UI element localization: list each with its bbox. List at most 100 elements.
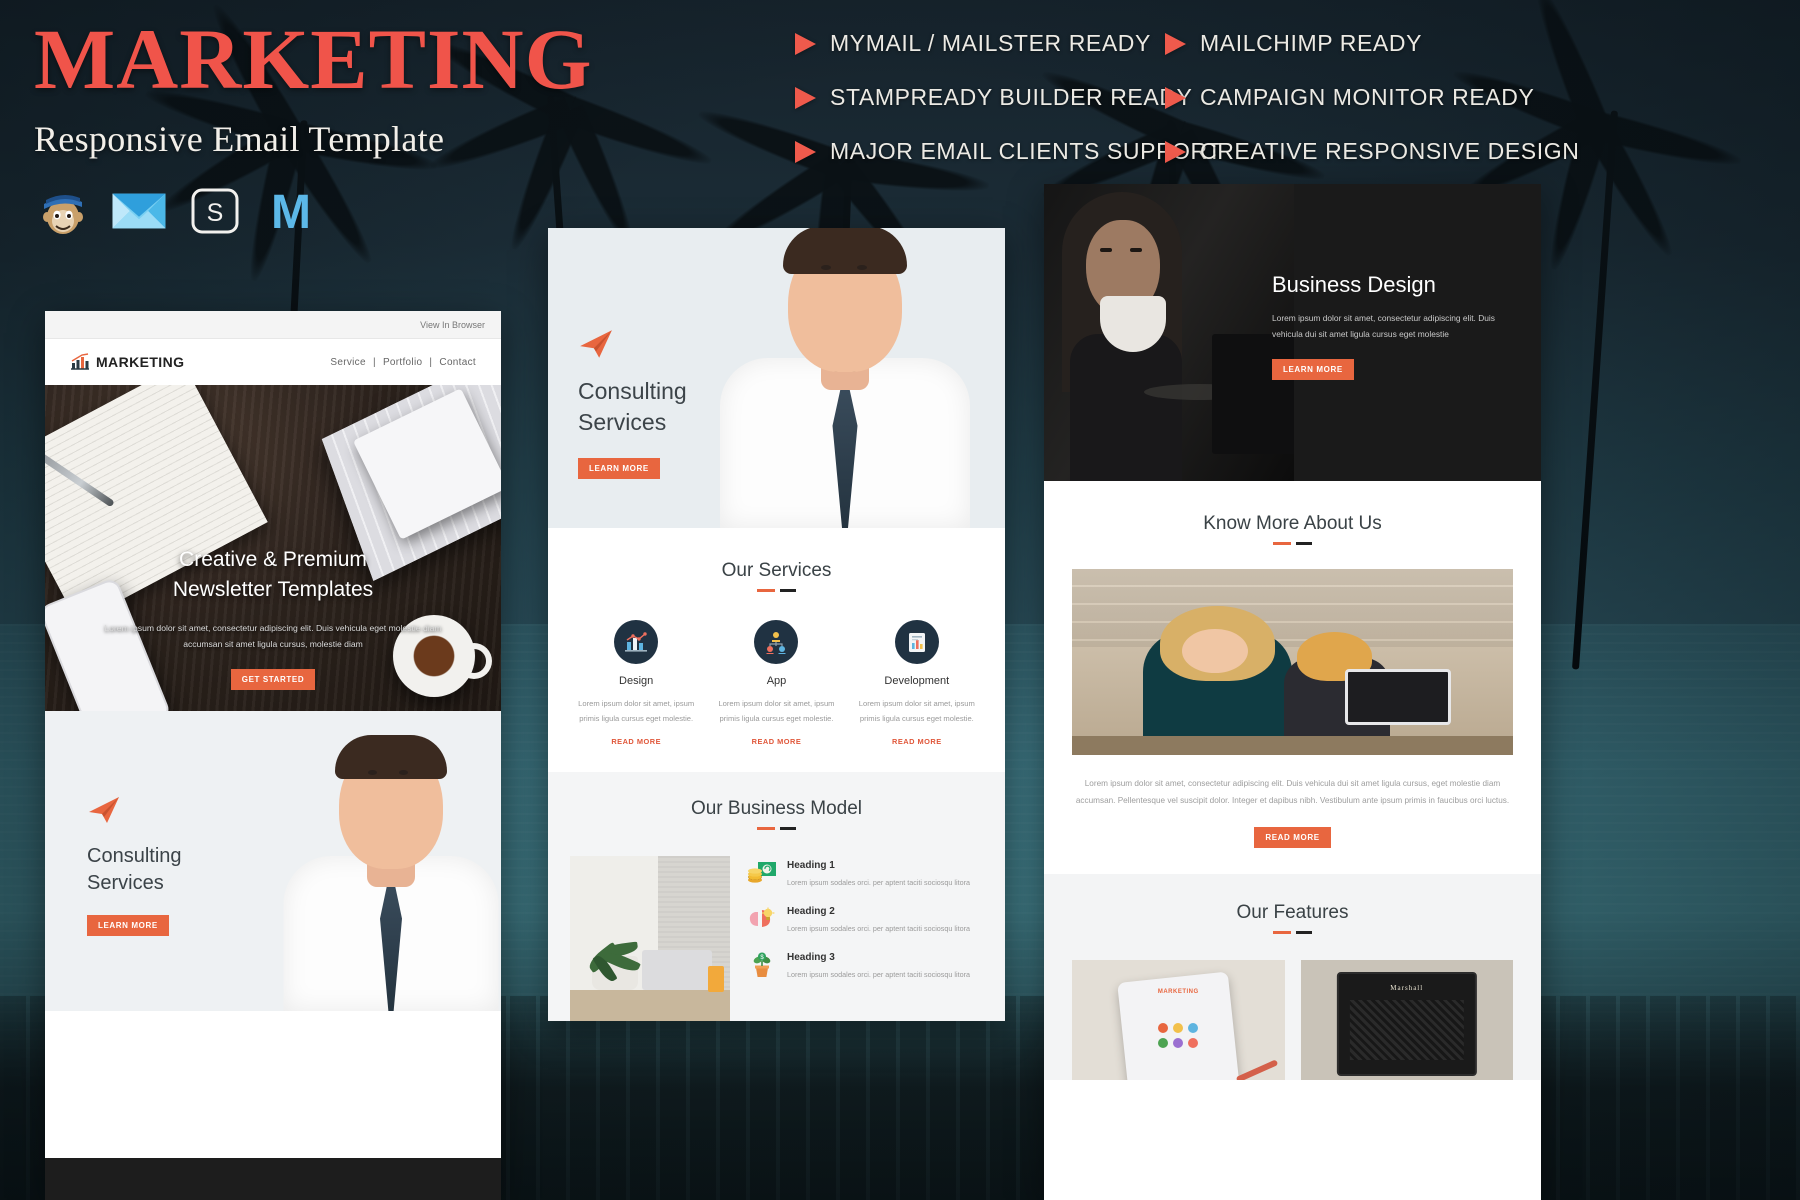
nav-link-portfolio[interactable]: Portfolio [383, 357, 422, 368]
service-read-more-link[interactable]: READ MORE [570, 737, 702, 746]
hero-heading: Creative & Premium Newsletter Templates [87, 545, 459, 606]
bar-chart-icon [614, 620, 659, 664]
hero-button-wrap: LEARN MORE [578, 458, 687, 480]
business-model-item: $ Heading 3 Lorem ipsum sodales orci. pe… [746, 952, 983, 982]
eye [821, 265, 831, 270]
feature-card-mobile[interactable]: MARKETING [1072, 960, 1285, 1081]
service-name: App [766, 675, 787, 687]
document-chart-icon [894, 620, 939, 664]
email-preview-left[interactable]: View In Browser MARKETING Service | Port… [45, 311, 501, 1200]
nav-link-service[interactable]: Service [330, 357, 365, 368]
money-plant-icon: $ [746, 952, 778, 982]
consulting-section: Consulting Services LEARN MORE [45, 711, 501, 1011]
feature-label: STAMPREADY BUILDER READY [830, 84, 1193, 110]
hero-copy: Consulting Services LEARN MORE [578, 376, 687, 480]
email-preview-middle[interactable]: Consulting Services LEARN MORE Our Servi… [548, 228, 1005, 1021]
business-model-description: Lorem ipsum sodales orci. per aptent tac… [787, 970, 970, 980]
business-model-heading: Heading 3 [787, 952, 835, 964]
hero-heading-line-2: Newsletter Templates [172, 578, 374, 602]
eye [399, 770, 408, 775]
hero-button-wrap: GET STARTED [87, 668, 459, 690]
arrow-bullet-icon [1165, 32, 1186, 55]
business-model-item: Heading 1 Lorem ipsum sodales orci. per … [746, 860, 983, 890]
brand: MARKETING [70, 353, 184, 371]
table [1072, 736, 1513, 755]
hero-heading-line-1: Consulting [578, 378, 687, 404]
read-more-button[interactable]: READ MORE [1254, 827, 1331, 849]
know-more-title: Know More About Us [1203, 513, 1382, 534]
nav-link-contact[interactable]: Contact [439, 357, 476, 368]
consulting-heading-line-2: Services [87, 872, 164, 894]
learn-more-button[interactable]: LEARN MORE [87, 915, 169, 936]
tablet-device [1345, 669, 1452, 726]
get-started-button[interactable]: GET STARTED [230, 668, 316, 690]
service-read-more-link[interactable]: READ MORE [851, 737, 983, 746]
service-card[interactable]: Design Lorem ipsum dolor sit amet, ipsum… [570, 620, 702, 746]
service-card[interactable]: App Lorem ipsum dolor sit amet, ipsum pr… [710, 620, 842, 746]
desk [570, 989, 730, 1021]
paper-plane-icon [87, 795, 121, 830]
title-divider [1072, 931, 1513, 935]
service-read-more-link[interactable]: READ MORE [710, 737, 842, 746]
plant-scene-illustration [570, 856, 730, 1021]
hair [783, 228, 907, 274]
hero-section: Consulting Services LEARN MORE [548, 228, 1005, 528]
office-scene-illustration [1072, 569, 1513, 755]
features-title: Our Features [1236, 902, 1349, 924]
feature-label: MYMAIL / MAILSTER READY [830, 30, 1151, 56]
learn-more-button[interactable]: LEARN MORE [578, 458, 660, 480]
email-preview-right[interactable]: Business Design Lorem ipsum dolor sit am… [1044, 184, 1541, 1200]
consulting-button-wrap: LEARN MORE [87, 915, 182, 936]
title-divider [1072, 542, 1513, 545]
hero-heading: Consulting Services [578, 376, 687, 438]
nav-separator: | [372, 356, 376, 368]
feature-item: STAMPREADY BUILDER READY [795, 84, 1192, 111]
page-title: MARKETING [34, 11, 593, 107]
service-card[interactable]: Development Lorem ipsum dolor sit amet, … [851, 620, 983, 746]
app-icons [1158, 1022, 1199, 1048]
amplifier-mockup: Marshall [1336, 972, 1477, 1076]
feature-item: MAILCHIMP READY [1165, 30, 1780, 57]
eye [1130, 248, 1142, 252]
service-name: Development [884, 675, 950, 687]
feature-label: MAILCHIMP READY [1200, 30, 1423, 56]
business-model-description: Lorem ipsum sodales orci. per aptent tac… [787, 878, 970, 888]
person-illustration [705, 228, 985, 528]
brain-idea-icon [746, 906, 778, 936]
feature-item: CAMPAIGN MONITOR READY [1165, 84, 1780, 111]
hero-copy: Business Design Lorem ipsum dolor sit am… [1272, 272, 1521, 380]
services-section: Our Services Design Lorem ipsum dolor si… [548, 528, 1005, 773]
email-nav-links: Service | Portfolio | Contact [330, 357, 476, 368]
phone-screen-label: MARKETING [1157, 989, 1199, 996]
feature-card-amplifier[interactable]: Marshall [1300, 960, 1513, 1081]
body [1070, 334, 1182, 481]
office-team-photo [1072, 569, 1513, 755]
know-more-button-wrap: READ MORE [1072, 827, 1513, 849]
view-in-browser-link[interactable]: View In Browser [420, 320, 485, 330]
hero-heading-line-2: Services [578, 409, 667, 436]
arrow-bullet-icon [1165, 140, 1186, 163]
feature-label: CAMPAIGN MONITOR READY [1200, 84, 1535, 110]
hero-heading-line-1: Creative & Premium [179, 548, 367, 571]
service-description: Lorem ipsum dolor sit amet, ipsum primis… [578, 699, 695, 724]
features-section: Our Features MARKETING Marshall [1044, 874, 1541, 1081]
svg-text:M: M [271, 186, 311, 238]
hero-section: Creative & Premium Newsletter Templates … [45, 385, 501, 711]
laptop [642, 950, 712, 991]
arrow-bullet-icon [1165, 86, 1186, 109]
know-more-section: Know More About Us Lorem ipsum dolor sit… [1044, 481, 1541, 875]
office-plant-photo [570, 856, 730, 1021]
hair [335, 735, 447, 779]
arrow-bullet-icon [795, 86, 816, 109]
business-model-section: Our Business Model Heading 1 Lorem ipsum… [548, 772, 1005, 1021]
svg-text:S: S [207, 199, 224, 227]
features-grid: MARKETING Marshall [1072, 960, 1513, 1081]
learn-more-button[interactable]: LEARN MORE [1272, 358, 1354, 380]
services-grid: Design Lorem ipsum dolor sit amet, ipsum… [570, 620, 983, 746]
business-model-heading: Heading 1 [787, 860, 835, 872]
page-subtitle: Responsive Email Template [34, 119, 445, 160]
chart-logo-icon [71, 353, 89, 370]
business-model-description: Lorem ipsum sodales orci. per aptent tac… [787, 924, 970, 934]
hero-paragraph: Lorem ipsum dolor sit amet, consectetur … [104, 622, 442, 650]
consulting-heading: Consulting Services [87, 843, 182, 897]
